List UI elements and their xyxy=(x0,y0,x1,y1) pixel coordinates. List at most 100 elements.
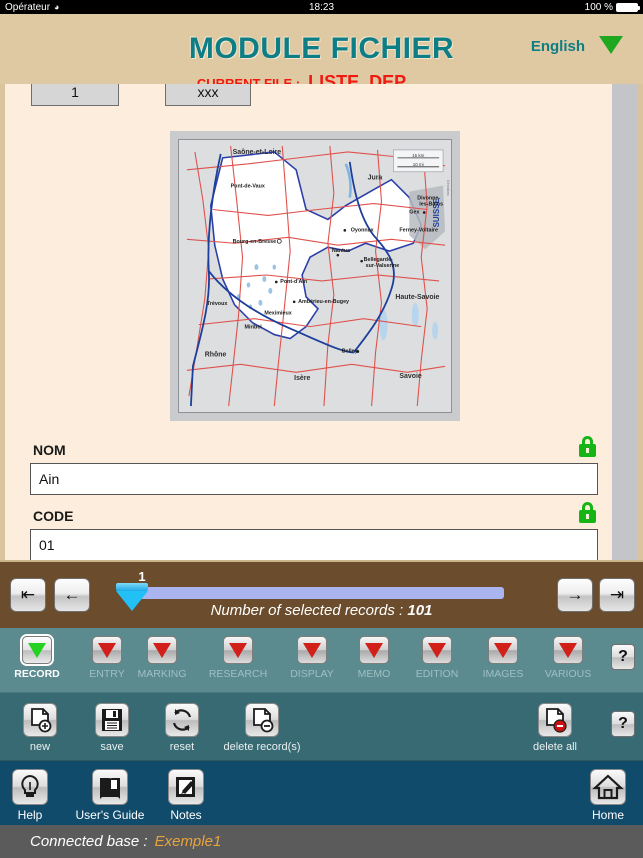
unlock-icon-code[interactable] xyxy=(579,502,597,524)
refresh-arrows-icon[interactable] xyxy=(165,703,199,737)
svg-text:Geoatlas: Geoatlas xyxy=(446,180,451,196)
field-input-code[interactable]: 01 xyxy=(30,529,598,560)
language-selector-label[interactable]: English xyxy=(531,38,585,55)
tab-edition[interactable]: EDITION xyxy=(400,636,474,680)
record-action-strip: new save reset delete record(s) delete a… xyxy=(0,693,643,761)
svg-text:Trévoux: Trévoux xyxy=(207,301,228,307)
field-label-nom: NOM xyxy=(33,442,66,458)
record-slider[interactable]: 1 xyxy=(116,569,504,611)
new-document-icon[interactable] xyxy=(23,703,57,737)
record-slider-value: 1 xyxy=(138,569,146,584)
record-index-box[interactable]: 1 xyxy=(31,84,119,106)
bottom-help-label: Help xyxy=(17,808,43,822)
bottom-notes[interactable]: Notes xyxy=(155,769,217,822)
field-label-code: CODE xyxy=(33,508,74,524)
bottom-notes-label: Notes xyxy=(170,808,202,822)
lightbulb-icon[interactable] xyxy=(12,769,48,805)
record-image-frame: 15 km 10 mi Saône-et-Loire Jura Haute-Sa… xyxy=(170,131,460,421)
record-form-scroll-area: 1 xxx 15 km 10 mi Saône-et-Loire Jura Ha… xyxy=(5,84,638,560)
tab-marking[interactable]: MARKING xyxy=(125,636,199,680)
tab-various-button[interactable] xyxy=(553,636,583,664)
svg-text:Meximieux: Meximieux xyxy=(264,311,291,317)
field-input-nom[interactable]: Ain xyxy=(30,463,598,495)
record-navigation-bar: ⇤ ← 1 → ⇥ Number of selected records : 1… xyxy=(0,560,643,628)
triangle-down-icon xyxy=(559,643,577,658)
record-slider-track[interactable] xyxy=(126,587,504,599)
tabs-help-button[interactable]: ? xyxy=(611,644,635,670)
record-placeholder-box[interactable]: xxx xyxy=(165,84,251,106)
connected-base-footer: Connected base : Exemple1 xyxy=(0,825,643,858)
tab-display-button[interactable] xyxy=(297,636,327,664)
form-vertical-scrollbar[interactable] xyxy=(612,84,638,560)
selected-records-count: 101 xyxy=(407,602,433,619)
triangle-down-icon xyxy=(428,643,446,658)
bottom-users-guide[interactable]: User's Guide xyxy=(72,769,148,822)
tab-images[interactable]: IMAGES xyxy=(466,636,540,680)
action-save-label: save xyxy=(100,741,124,753)
delete-document-icon[interactable] xyxy=(245,703,279,737)
connected-base-value: Exemple1 xyxy=(154,833,222,850)
action-new-label: new xyxy=(29,741,51,753)
svg-text:Miribel: Miribel xyxy=(245,325,263,331)
module-tab-strip: RECORD ENTRY MARKING RESEARCH DISPLAY ME… xyxy=(0,628,643,693)
tab-images-button[interactable] xyxy=(488,636,518,664)
header-bar: MODULE FICHIER English CURRENT FILE :LIS… xyxy=(0,14,643,92)
bottom-home-label: Home xyxy=(591,808,624,822)
action-reset-label: reset xyxy=(169,741,195,753)
svg-text:Pont-d'Ain: Pont-d'Ain xyxy=(280,279,307,285)
svg-text:Isère: Isère xyxy=(294,375,310,382)
tab-entry-button[interactable] xyxy=(92,636,122,664)
triangle-down-icon xyxy=(153,643,171,658)
tab-memo-button[interactable] xyxy=(359,636,389,664)
tab-marking-button[interactable] xyxy=(147,636,177,664)
action-reset[interactable]: reset xyxy=(162,703,202,753)
action-new[interactable]: new xyxy=(20,703,60,753)
svg-text:Belley: Belley xyxy=(342,348,358,354)
svg-text:Bourg-en-Bresse: Bourg-en-Bresse xyxy=(233,239,276,245)
status-bar-right: 100 % xyxy=(585,2,640,13)
selected-records-status: Number of selected records : 101 xyxy=(0,602,643,619)
svg-text:Ambérieu-en-Bugey: Ambérieu-en-Bugey xyxy=(298,299,349,305)
tab-research[interactable]: RESEARCH xyxy=(201,636,275,680)
tab-various[interactable]: VARIOUS xyxy=(531,636,605,680)
unlock-icon-nom[interactable] xyxy=(579,436,597,458)
notepad-pencil-icon[interactable] xyxy=(168,769,204,805)
triangle-down-icon xyxy=(98,643,116,658)
svg-text:les-Bains: les-Bains xyxy=(419,202,443,208)
tab-edition-button[interactable] xyxy=(422,636,452,664)
home-icon[interactable] xyxy=(590,769,626,805)
delete-all-icon[interactable] xyxy=(538,703,572,737)
action-delete-all[interactable]: delete all xyxy=(520,703,590,753)
svg-text:10 mi: 10 mi xyxy=(413,162,424,167)
chevron-down-icon[interactable] xyxy=(599,36,623,54)
tab-record-button[interactable] xyxy=(22,636,52,664)
top-button-row: 1 xxx xyxy=(5,84,638,106)
triangle-down-icon xyxy=(494,643,512,658)
svg-text:Saône-et-Loire: Saône-et-Loire xyxy=(233,149,282,156)
map-ain-department[interactable]: 15 km 10 mi Saône-et-Loire Jura Haute-Sa… xyxy=(178,139,452,413)
book-icon[interactable] xyxy=(92,769,128,805)
record-form-panel: 1 xxx 15 km 10 mi Saône-et-Loire Jura Ha… xyxy=(0,84,643,560)
action-delete-records[interactable]: delete record(s) xyxy=(212,703,312,753)
tab-record-label: RECORD xyxy=(14,668,60,680)
tab-images-label: IMAGES xyxy=(482,668,524,680)
triangle-down-icon xyxy=(229,643,247,658)
selected-records-label: Number of selected records : xyxy=(210,602,404,619)
svg-text:Gex: Gex xyxy=(409,209,419,215)
tab-record[interactable]: RECORD xyxy=(0,636,74,680)
connected-base-label: Connected base : xyxy=(30,833,148,850)
bottom-help[interactable]: Help xyxy=(10,769,50,822)
tab-research-button[interactable] xyxy=(223,636,253,664)
actions-help-button[interactable]: ? xyxy=(611,711,635,737)
bottom-home[interactable]: Home xyxy=(586,769,630,822)
svg-text:Oyonnax: Oyonnax xyxy=(351,227,374,233)
svg-text:Nantua: Nantua xyxy=(332,248,351,254)
action-save[interactable]: save xyxy=(92,703,132,753)
clock-label: 18:23 xyxy=(308,1,335,13)
bottom-users-guide-label: User's Guide xyxy=(75,808,145,822)
floppy-disk-icon[interactable] xyxy=(95,703,129,737)
tab-edition-label: EDITION xyxy=(415,668,459,680)
svg-text:Ferney-Voltaire: Ferney-Voltaire xyxy=(399,227,438,233)
action-delete-all-label: delete all xyxy=(532,741,578,753)
ios-status-bar: Opérateur ◕ 18:23 100 % xyxy=(0,0,643,14)
